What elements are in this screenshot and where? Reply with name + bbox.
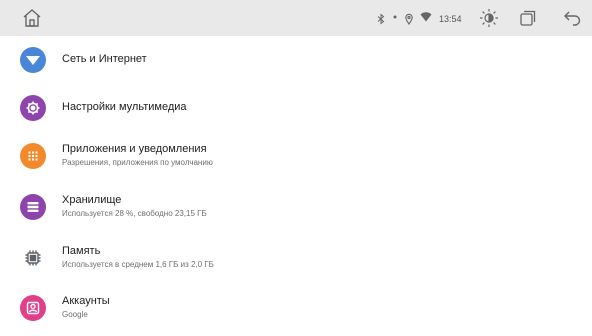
settings-item-accounts[interactable]: Аккаунты Google	[0, 284, 592, 332]
settings-item-title: Сеть и Интернет	[62, 53, 147, 65]
settings-item-multimedia[interactable]: Настройки мультимедиа	[0, 84, 592, 132]
multimedia-settings-icon	[20, 95, 46, 121]
settings-item-subtitle: Разрешения, приложения по умолчанию	[62, 158, 213, 167]
dot-icon	[392, 10, 398, 28]
settings-item-memory[interactable]: Память Используется в среднем 1,6 ГБ из …	[0, 234, 592, 282]
settings-item-title: Память	[62, 245, 101, 257]
bluetooth-icon	[376, 13, 386, 25]
settings-item-storage[interactable]: Хранилище Используется 28 %, свободно 23…	[0, 183, 592, 231]
recents-icon[interactable]	[518, 9, 538, 27]
settings-item-network[interactable]: Сеть и Интернет	[0, 36, 592, 84]
settings-item-title: Приложения и уведомления	[62, 143, 207, 155]
accounts-icon	[20, 295, 46, 321]
settings-item-subtitle: Google	[62, 310, 88, 319]
settings-item-apps[interactable]: Приложения и уведомления Разрешения, при…	[0, 132, 592, 180]
clock: 13:54	[439, 14, 462, 24]
settings-item-title: Настройки мультимедиа	[62, 101, 187, 113]
status-bar: 13:54	[0, 0, 592, 36]
memory-icon	[20, 245, 46, 271]
settings-item-title: Хранилище	[62, 194, 122, 206]
apps-icon	[20, 143, 46, 169]
network-icon	[20, 47, 46, 73]
storage-icon	[20, 194, 46, 220]
wifi-icon	[420, 10, 432, 28]
back-icon[interactable]	[562, 9, 582, 27]
brightness-icon[interactable]	[478, 7, 500, 29]
home-icon[interactable]	[20, 6, 44, 30]
settings-item-subtitle: Используется 28 %, свободно 23,15 ГБ	[62, 209, 207, 218]
location-icon	[404, 13, 414, 25]
settings-item-subtitle: Используется в среднем 1,6 ГБ из 2,0 ГБ	[62, 260, 214, 269]
status-indicators: 13:54	[376, 11, 462, 27]
settings-item-title: Аккаунты	[62, 295, 110, 307]
